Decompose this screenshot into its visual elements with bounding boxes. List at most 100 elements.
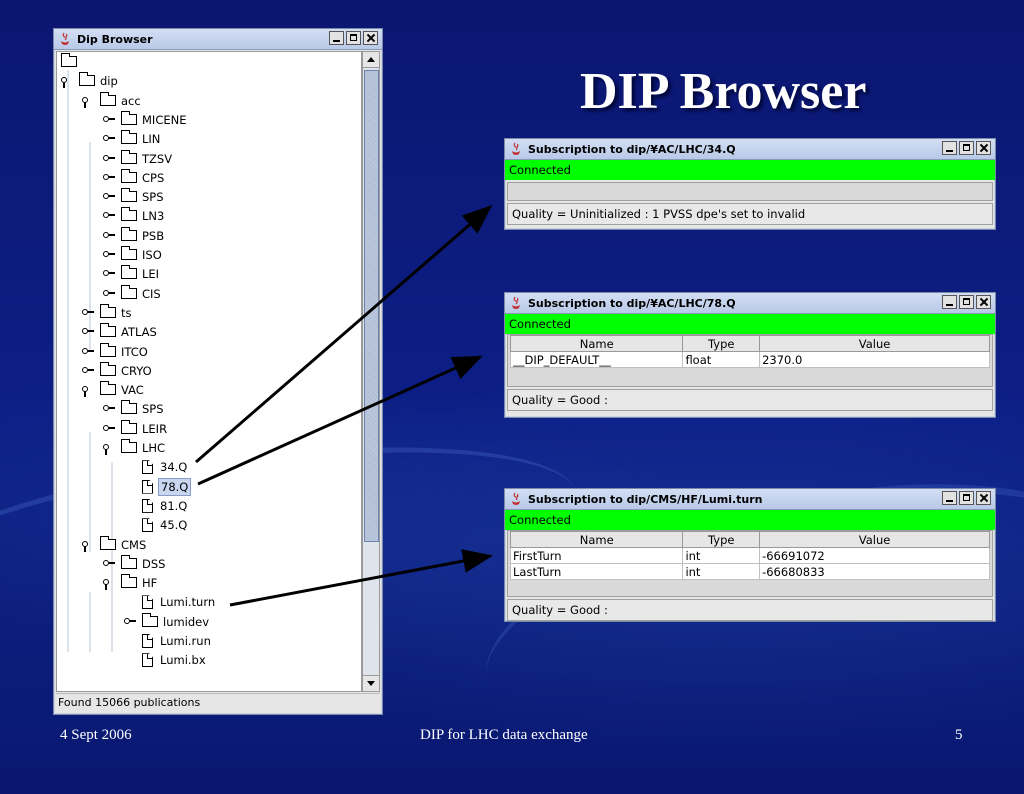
tree-folder-node[interactable]: VAC: [82, 381, 146, 399]
close-button[interactable]: [976, 491, 991, 505]
cell-name[interactable]: FirstTurn: [509, 547, 684, 564]
tree-folder-node[interactable]: dip: [61, 72, 120, 90]
cell-type[interactable]: int: [682, 547, 761, 564]
tree-folder-node[interactable]: ISO: [103, 246, 164, 264]
tree-folder-node[interactable]: ts: [82, 303, 134, 322]
tree-node-label: LHC: [142, 441, 166, 455]
tree-expanded-handle-icon[interactable]: [103, 443, 117, 455]
minimize-button[interactable]: [942, 491, 957, 505]
close-button[interactable]: [976, 295, 991, 309]
tree-file-node[interactable]: Lumi.bx: [142, 651, 208, 669]
window-titlebar[interactable]: Subscription to dip/¥AC/LHC/78.Q: [505, 293, 995, 314]
tree-folder-node[interactable]: ATLAS: [82, 323, 159, 341]
cell-type[interactable]: int: [682, 563, 761, 580]
cell-value[interactable]: -66680833: [759, 563, 990, 580]
tree-folder-node[interactable]: LIN: [103, 130, 162, 148]
column-header-value[interactable]: Value: [759, 531, 990, 548]
tree-folder-node[interactable]: CIS: [103, 284, 163, 303]
tree-expanded-handle-icon[interactable]: [103, 578, 117, 591]
maximize-button[interactable]: [346, 31, 361, 45]
tree-collapsed-handle-icon[interactable]: [124, 617, 138, 627]
tree-collapsed-handle-icon[interactable]: [103, 289, 117, 299]
column-header-name[interactable]: Name: [509, 335, 684, 352]
minimize-button[interactable]: [942, 295, 957, 309]
tree-folder-node[interactable]: CRYO: [82, 361, 154, 380]
cell-name[interactable]: LastTurn: [509, 563, 684, 580]
tree-collapsed-handle-icon[interactable]: [103, 404, 117, 414]
tree-expanded-handle-icon[interactable]: [82, 96, 96, 108]
vertical-scrollbar[interactable]: [362, 51, 380, 692]
column-header-value[interactable]: Value: [759, 335, 990, 352]
close-button[interactable]: [363, 31, 378, 45]
tree-file-node[interactable]: 45.Q: [142, 516, 189, 534]
maximize-button[interactable]: [959, 491, 974, 505]
tree-folder-node[interactable]: SPS: [103, 400, 166, 418]
column-header-name[interactable]: Name: [509, 531, 684, 548]
table-row[interactable]: __DIP_DEFAULT__ float 2370.0: [509, 351, 990, 368]
column-header-type[interactable]: Type: [682, 335, 761, 352]
tree-file-node[interactable]: 78.Q: [142, 477, 192, 496]
scroll-down-arrow-icon[interactable]: [363, 675, 379, 691]
tree-collapsed-handle-icon[interactable]: [103, 134, 117, 144]
tree-collapsed-handle-icon[interactable]: [103, 211, 117, 221]
tree-folder-node[interactable]: CMS: [82, 535, 148, 554]
tree-collapsed-handle-icon[interactable]: [103, 231, 117, 241]
tree-collapsed-handle-icon[interactable]: [82, 308, 96, 318]
tree-expanded-handle-icon[interactable]: [61, 76, 75, 89]
maximize-button[interactable]: [959, 295, 974, 309]
tree-node-label: Lumi.bx: [160, 653, 206, 668]
tree-collapsed-handle-icon[interactable]: [82, 366, 96, 376]
tree-file-node[interactable]: Lumi.run: [142, 632, 213, 650]
cell-name[interactable]: __DIP_DEFAULT__: [509, 351, 684, 368]
tree-folder-node[interactable]: PSB: [103, 226, 166, 245]
cell-type[interactable]: float: [682, 351, 761, 368]
tree-file-node[interactable]: Lumi.turn: [142, 593, 217, 611]
tree-folder-node[interactable]: acc: [82, 91, 143, 110]
table-row[interactable]: LastTurn int -66680833: [509, 563, 990, 580]
cell-value[interactable]: -66691072: [759, 547, 990, 564]
minimize-button[interactable]: [329, 31, 344, 45]
slide-title: DIP Browser: [580, 63, 867, 120]
tree-collapsed-handle-icon[interactable]: [103, 115, 117, 125]
tree-expanded-handle-icon[interactable]: [82, 385, 96, 398]
publication-tree[interactable]: dip acc MICENE LIN TZSV CPS SPS LN3 PSB ISO LEI CIS…: [56, 51, 362, 692]
tree-collapsed-handle-icon[interactable]: [103, 559, 117, 569]
tree-folder-node[interactable]: lumidev: [124, 612, 211, 631]
tree-folder-node[interactable]: LHC: [103, 439, 167, 457]
tree-collapsed-handle-icon[interactable]: [103, 154, 117, 164]
tree-expanded-handle-icon[interactable]: [82, 540, 96, 552]
window-titlebar[interactable]: Dip Browser: [54, 29, 382, 50]
window-titlebar[interactable]: Subscription to dip/CMS/HF/Lumi.turn: [505, 489, 995, 510]
maximize-button[interactable]: [959, 141, 974, 155]
tree-collapsed-handle-icon[interactable]: [82, 327, 96, 337]
tree-collapsed-handle-icon[interactable]: [103, 192, 117, 202]
tree-folder-node[interactable]: LEI: [103, 265, 161, 283]
scroll-up-arrow-icon[interactable]: [363, 52, 379, 68]
tree-folder-node[interactable]: [61, 53, 84, 71]
footer-date: 4 Sept 2006: [60, 727, 132, 743]
tree-file-node[interactable]: 34.Q: [142, 458, 189, 476]
window-titlebar[interactable]: Subscription to dip/¥AC/LHC/34.Q: [505, 139, 995, 160]
tree-folder-node[interactable]: TZSV: [103, 149, 174, 168]
tree-file-node[interactable]: 81.Q: [142, 497, 189, 515]
minimize-button[interactable]: [942, 141, 957, 155]
tree-folder-node[interactable]: ITCO: [82, 342, 150, 361]
tree-collapsed-handle-icon[interactable]: [103, 173, 117, 183]
tree-folder-node[interactable]: LN3: [103, 207, 166, 225]
tree-folder-node[interactable]: HF: [103, 574, 159, 592]
tree-collapsed-handle-icon[interactable]: [82, 347, 96, 357]
cell-value[interactable]: 2370.0: [759, 351, 990, 368]
tree-node-label: MICENE: [142, 112, 187, 127]
tree-collapsed-handle-icon[interactable]: [103, 250, 117, 260]
scrollbar-thumb[interactable]: [364, 70, 379, 542]
tree-folder-node[interactable]: SPS: [103, 188, 166, 206]
column-header-type[interactable]: Type: [682, 531, 761, 548]
tree-folder-node[interactable]: CPS: [103, 168, 166, 187]
close-button[interactable]: [976, 141, 991, 155]
tree-collapsed-handle-icon[interactable]: [103, 269, 117, 279]
tree-collapsed-handle-icon[interactable]: [103, 424, 117, 434]
tree-folder-node[interactable]: LEIR: [103, 419, 169, 438]
tree-folder-node[interactable]: DSS: [103, 554, 167, 573]
tree-folder-node[interactable]: MICENE: [103, 110, 188, 129]
table-row[interactable]: FirstTurn int -66691072: [509, 547, 990, 564]
